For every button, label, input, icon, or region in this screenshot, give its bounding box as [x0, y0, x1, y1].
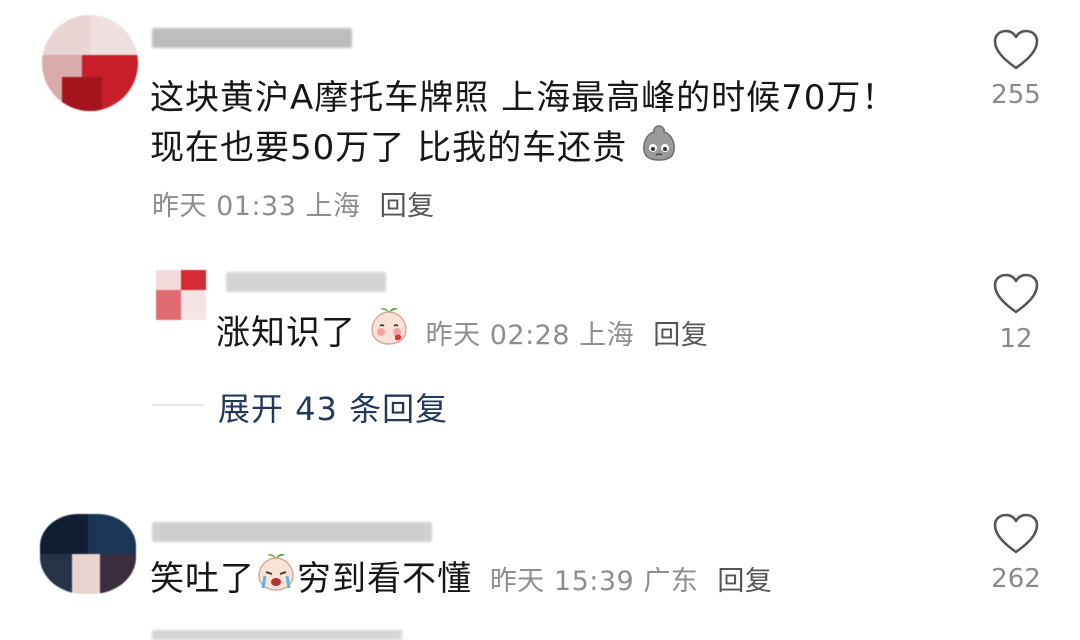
- comment-text-line2: 现在也要50万了 比我的车还贵: [150, 128, 628, 168]
- comment-text: 现在也要50万了 比我的车还贵: [150, 122, 679, 177]
- username-blurred[interactable]: [152, 522, 432, 542]
- heart-icon: [993, 273, 1039, 314]
- comment-location: 上海: [305, 191, 361, 222]
- reply-button[interactable]: 回复: [717, 566, 772, 597]
- expand-replies-button[interactable]: 展开 43 条回复: [218, 384, 448, 430]
- comment-meta: 昨天 15:39 广东 回复: [490, 566, 773, 597]
- comment-location: 上海: [579, 320, 635, 351]
- heart-icon: [993, 513, 1039, 554]
- blushing-peach-face-icon: [368, 306, 410, 363]
- gray-bun-face-icon: [639, 122, 679, 177]
- reply-button[interactable]: 回复: [380, 191, 435, 222]
- like-count: 262: [991, 564, 1041, 594]
- comment-text-part2: 穷到看不懂: [297, 559, 472, 599]
- comment-meta: 昨天 02:28 上海 回复: [426, 320, 709, 351]
- like-button[interactable]: 255: [976, 28, 1056, 110]
- comment-text: 这块黄沪A摩托车牌照 上海最高峰的时候70万！: [150, 72, 896, 124]
- crying-peach-face-icon: [255, 552, 297, 609]
- comment-text-line1: 这块黄沪A摩托车牌照 上海最高峰的时候70万！: [150, 78, 897, 118]
- username-blurred[interactable]: [152, 630, 402, 640]
- comment-text-part1: 笑吐了: [150, 559, 255, 599]
- comment-time: 昨天 15:39: [489, 566, 635, 597]
- heart-icon: [993, 29, 1039, 70]
- comment-text: 笑吐了 穷到看不懂 昨天 15:39 广东 回复: [150, 552, 772, 609]
- divider: [152, 404, 204, 406]
- avatar[interactable]: [40, 514, 136, 594]
- like-button[interactable]: 262: [976, 512, 1056, 594]
- username-blurred[interactable]: [152, 28, 352, 48]
- comment-text: 涨知识了 昨天 02:28 上海 回复: [216, 306, 708, 363]
- like-button[interactable]: 12: [976, 272, 1056, 354]
- avatar[interactable]: [42, 15, 138, 111]
- reply-button[interactable]: 回复: [653, 320, 708, 351]
- avatar[interactable]: [156, 270, 206, 320]
- comment-location: 广东: [643, 566, 699, 597]
- comment-text-body: 涨知识了: [216, 313, 356, 353]
- username-blurred[interactable]: [226, 272, 386, 292]
- like-count: 255: [991, 80, 1041, 110]
- comment-time: 昨天 02:28: [425, 320, 571, 351]
- like-count: 12: [999, 324, 1033, 354]
- comment-meta: 昨天 01:33 上海 回复: [152, 184, 435, 223]
- comment-time: 昨天 01:33: [152, 191, 297, 222]
